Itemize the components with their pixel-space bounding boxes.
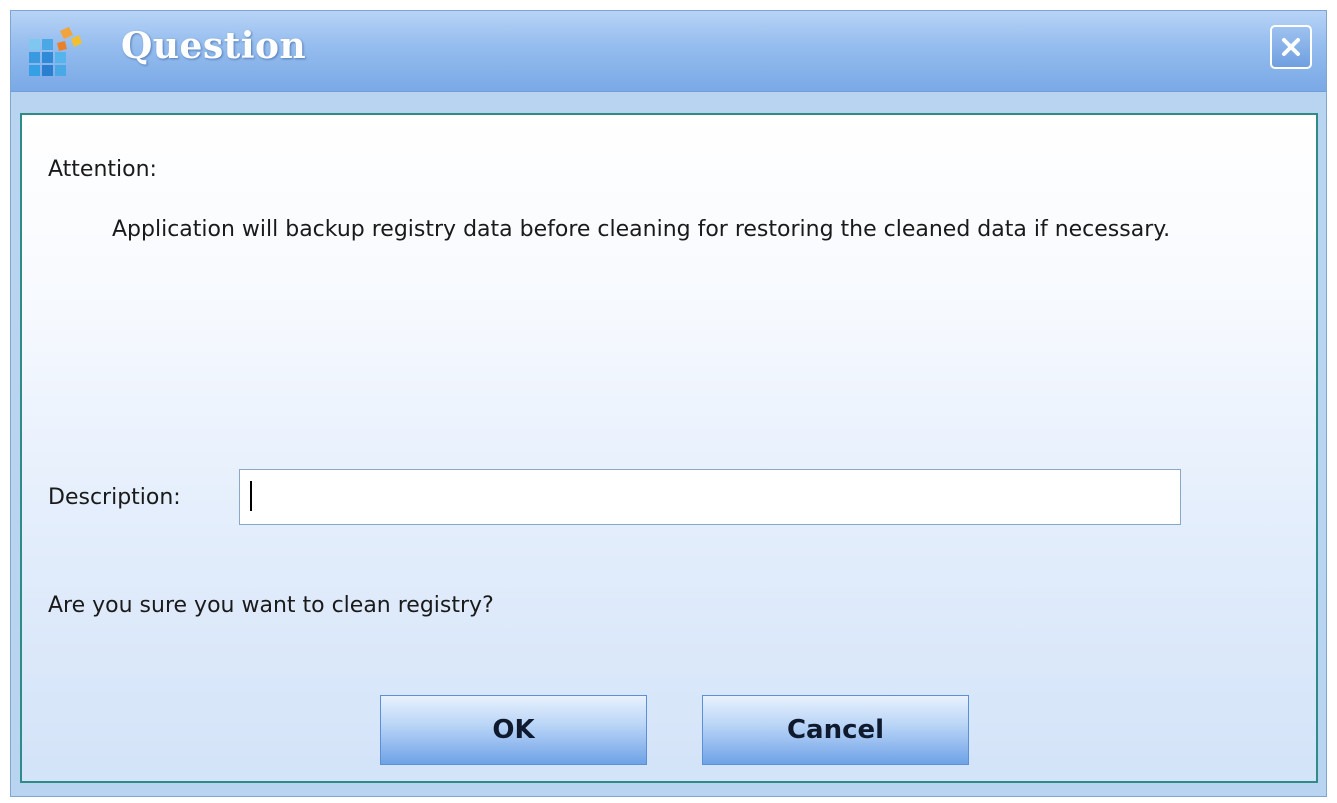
description-label: Description: [48,485,181,510]
confirm-question: Are you sure you want to clean registry? [48,593,494,618]
dialog-body: Attention: Application will backup regis… [20,113,1318,783]
app-icon [27,25,83,81]
attention-label: Attention: [48,157,157,182]
window-title: Question [121,25,307,67]
cancel-button[interactable]: Cancel [702,695,969,765]
close-button[interactable] [1270,25,1312,69]
close-icon [1282,38,1300,56]
question-dialog-window: Question Attention: Application will bac… [10,10,1327,797]
text-caret [250,481,252,511]
description-input[interactable] [239,469,1181,525]
ok-button[interactable]: OK [380,695,647,765]
backup-message: Application will backup registry data be… [112,217,1171,242]
title-bar[interactable]: Question [11,11,1326,92]
